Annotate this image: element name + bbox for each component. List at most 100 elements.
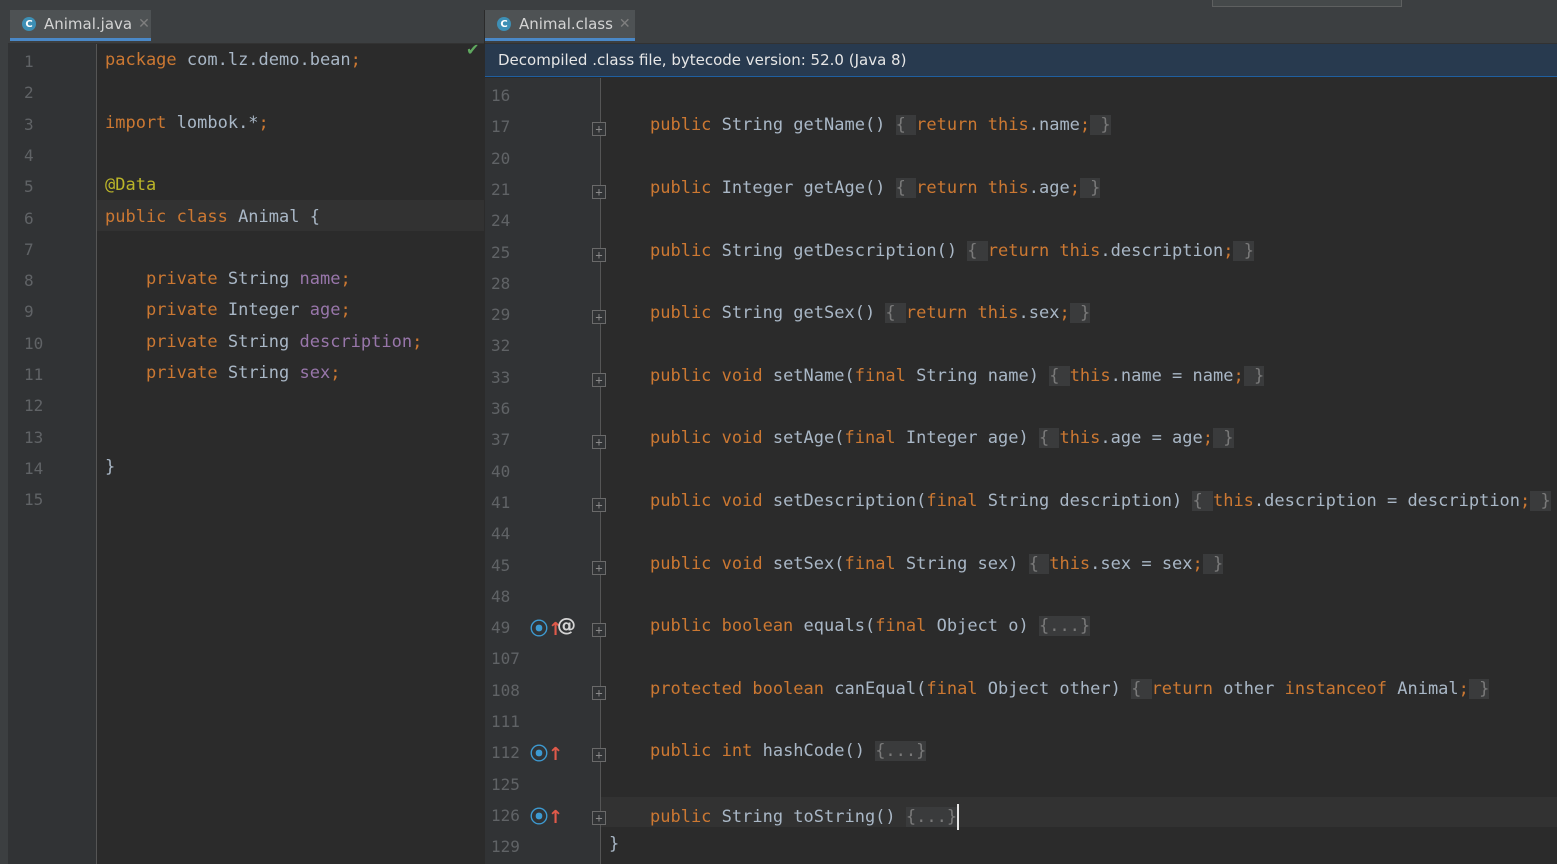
code-line[interactable]: public int hashCode() {...} — [650, 741, 927, 762]
code-token: public boolean — [650, 616, 794, 637]
code-token: final — [844, 428, 896, 449]
class-icon: C — [22, 17, 36, 31]
code-token: final — [875, 616, 927, 637]
annotation-icon[interactable]: @ — [557, 614, 576, 636]
fold-toggle-icon[interactable]: + — [592, 497, 606, 512]
line-number: 4 — [24, 145, 34, 165]
code-token: .age — [1028, 177, 1070, 198]
line-number: 125 — [491, 774, 520, 794]
code-line[interactable]: public boolean equals(final Object o) {.… — [650, 616, 1091, 637]
code-token: age — [309, 300, 341, 321]
fold-toggle-icon[interactable]: + — [592, 122, 606, 137]
code-line[interactable]: public class Animal { — [105, 207, 320, 227]
code-line[interactable]: public void setAge(final Integer age) { … — [650, 428, 1234, 449]
fold-toggle-icon[interactable]: + — [592, 372, 606, 387]
code-line[interactable]: protected boolean canEqual(final Object … — [650, 678, 1490, 699]
code-token: ; — [340, 300, 351, 321]
code-token: this — [1069, 365, 1111, 386]
code-line[interactable]: package com.lz.demo.bean; — [105, 50, 361, 70]
code-token: public — [650, 115, 712, 136]
run-config-box[interactable] — [1212, 0, 1402, 7]
code-line[interactable]: private String description; — [105, 332, 422, 352]
code-token: protected boolean — [650, 678, 824, 699]
line-number: 3 — [24, 114, 34, 134]
line-number: 32 — [491, 336, 511, 356]
code-token: } — [1233, 240, 1254, 261]
inspection-ok-icon[interactable]: ✔ — [466, 40, 479, 59]
code-token: } — [1090, 115, 1111, 136]
code-token: String — [217, 269, 300, 290]
left-tab-bar: C Animal.java ✕ — [8, 10, 484, 44]
code-line[interactable]: private String sex; — [105, 363, 341, 383]
line-number: 11 — [24, 365, 44, 384]
code-token: { — [967, 240, 988, 261]
line-number: 12 — [24, 396, 44, 416]
code-token: ; — [1069, 177, 1080, 198]
code-token: lombok.* — [166, 112, 259, 133]
code-token: this — [1059, 428, 1101, 449]
code-token: final — [844, 553, 896, 574]
code-line[interactable]: @Data — [105, 175, 156, 195]
code-line[interactable]: import lombok.*; — [105, 113, 269, 133]
code-token: .name — [1028, 115, 1080, 136]
tab-animal-java[interactable]: C Animal.java ✕ — [10, 10, 151, 41]
code-token: { — [1049, 365, 1070, 386]
code-token: } — [1468, 678, 1490, 699]
line-number: 14 — [24, 458, 44, 478]
code-line[interactable]: public void setSex(final String sex) { t… — [650, 553, 1224, 574]
code-token: ; — [330, 363, 341, 383]
decompiled-editor[interactable]: Decompiled .class file, bytecode version… — [485, 44, 1557, 864]
line-number: 17 — [491, 117, 511, 137]
line-number: 108 — [491, 680, 520, 700]
code-token: public void — [650, 490, 763, 511]
close-icon[interactable]: ✕ — [619, 16, 631, 32]
fold-toggle-icon[interactable]: + — [592, 685, 606, 700]
line-number: 1 — [24, 52, 34, 71]
code-line[interactable]: public String getSex() { return this.sex… — [650, 303, 1091, 324]
code-token: { — [885, 303, 906, 324]
code-token: Object other) — [977, 678, 1132, 699]
line-number: 40 — [491, 461, 511, 481]
code-token: this — [1049, 553, 1091, 574]
code-line[interactable]: private Integer age; — [105, 300, 351, 320]
fold-toggle-icon[interactable]: + — [592, 748, 606, 763]
code-token: Animal — [1387, 678, 1459, 699]
overrides-method-icon[interactable]: ⦿↑ — [530, 803, 563, 829]
code-line[interactable]: public String getName() { return this.na… — [650, 115, 1111, 136]
code-token: private — [145, 331, 218, 352]
fold-toggle-icon[interactable]: + — [592, 560, 606, 575]
line-number: 129 — [491, 837, 520, 857]
tab-animal-class[interactable]: C Animal.class ✕ — [485, 10, 635, 41]
code-token: } — [1202, 553, 1224, 574]
close-icon[interactable]: ✕ — [138, 16, 150, 32]
line-number: 15 — [24, 490, 44, 510]
fold-toggle-icon[interactable]: + — [592, 810, 606, 825]
code-line[interactable]: public String toString() {...} — [650, 803, 960, 830]
code-token: .sex = sex — [1090, 553, 1193, 574]
fold-toggle-icon[interactable]: + — [592, 184, 606, 199]
code-line[interactable]: public String getDescription() { return … — [650, 240, 1254, 261]
code-line[interactable]: public void setDescription(final String … — [650, 490, 1551, 511]
line-number: 6 — [24, 208, 34, 228]
overrides-method-icon[interactable]: ⦿↑ — [530, 740, 563, 766]
fold-toggle-icon[interactable]: + — [592, 247, 606, 262]
code-token: String sex) — [895, 553, 1029, 574]
code-line[interactable]: public Integer getAge() { return this.ag… — [650, 177, 1101, 198]
code-token: .age = age — [1100, 428, 1203, 449]
code-token: .name = name — [1110, 365, 1234, 386]
fold-toggle-icon[interactable]: + — [592, 310, 606, 325]
code-line[interactable]: private String name; — [105, 269, 351, 289]
line-number: 44 — [491, 524, 511, 544]
fold-toggle-icon[interactable]: + — [592, 623, 606, 638]
code-token: public void — [650, 553, 763, 574]
fold-toggle-icon[interactable]: + — [592, 435, 606, 450]
source-editor[interactable]: 1 package com.lz.demo.bean; 2 3 import lombo… — [8, 44, 484, 864]
code-line[interactable]: } — [105, 457, 115, 477]
line-number: 9 — [24, 302, 34, 322]
code-token: ; — [1079, 115, 1091, 136]
code-token: .sex — [1018, 303, 1060, 324]
code-line[interactable]: public void setName(final String name) {… — [650, 365, 1265, 386]
code-token: ; — [1059, 303, 1070, 324]
line-number: 13 — [24, 427, 44, 447]
